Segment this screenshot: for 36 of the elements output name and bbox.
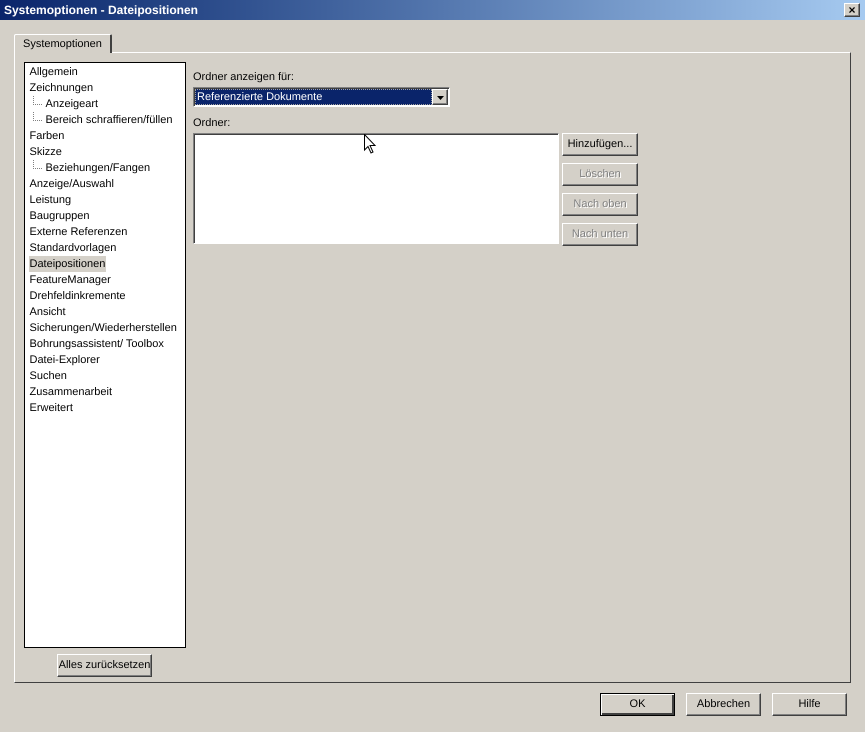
tree-item[interactable]: Datei-Explorer — [28, 352, 101, 368]
dialog-button[interactable]: OK — [600, 693, 675, 716]
dialog-button[interactable]: Hilfe — [772, 693, 847, 716]
tree-item[interactable]: Skizze — [28, 144, 63, 160]
tree-item[interactable]: Beziehungen/Fangen — [44, 160, 152, 176]
tree-item[interactable]: FeatureManager — [28, 272, 112, 288]
tree-item[interactable]: Allgemein — [28, 64, 79, 80]
tree-connector-icon — [32, 160, 42, 169]
tree-item[interactable]: Ansicht — [28, 304, 67, 320]
tab[interactable]: Systemoptionen — [14, 34, 112, 53]
tree-item[interactable]: Anzeige/Auswahl — [28, 176, 115, 192]
tree-item[interactable]: Zeichnungen — [28, 80, 94, 96]
folders-list[interactable] — [193, 133, 559, 244]
dialog-button[interactable]: Abbrechen — [686, 693, 761, 716]
tree-item[interactable]: Baugruppen — [28, 208, 90, 224]
tree-item[interactable]: Sicherungen/Wiederherstellen — [28, 320, 178, 336]
show-folders-label: Ordner anzeigen für: — [193, 70, 295, 85]
folders-label: Ordner: — [193, 116, 232, 131]
tree-item[interactable]: Erweitert — [28, 400, 74, 416]
tree-item[interactable]: Dateipositionen — [28, 256, 106, 272]
close-button[interactable]: × — [844, 3, 860, 17]
tree-item[interactable]: Farben — [28, 128, 66, 144]
tree-item[interactable]: Anzeigeart — [44, 96, 100, 112]
tree-item[interactable]: Drehfeldinkremente — [28, 288, 126, 304]
tree-item[interactable]: Leistung — [28, 192, 72, 208]
tree-item[interactable]: Suchen — [28, 368, 68, 384]
tree-item[interactable]: Standardvorlagen — [28, 240, 118, 256]
tree-item[interactable]: Externe Referenzen — [28, 224, 128, 240]
tree-item[interactable]: Bereich schraffieren/füllen — [44, 112, 174, 128]
tree-item[interactable]: Zusammenarbeit — [28, 384, 114, 400]
folder-action-button[interactable]: Hinzufügen... — [562, 133, 638, 156]
mouse-cursor-icon — [364, 134, 377, 154]
window-title: Systemoptionen - Dateipositionen — [4, 2, 198, 19]
document-type-dropdown[interactable]: Referenzierte Dokumente — [193, 87, 450, 107]
reset-all-button[interactable]: Alles zurücksetzen — [57, 654, 152, 677]
tree-item[interactable]: Bohrungsassistent/ Toolbox — [28, 336, 165, 352]
